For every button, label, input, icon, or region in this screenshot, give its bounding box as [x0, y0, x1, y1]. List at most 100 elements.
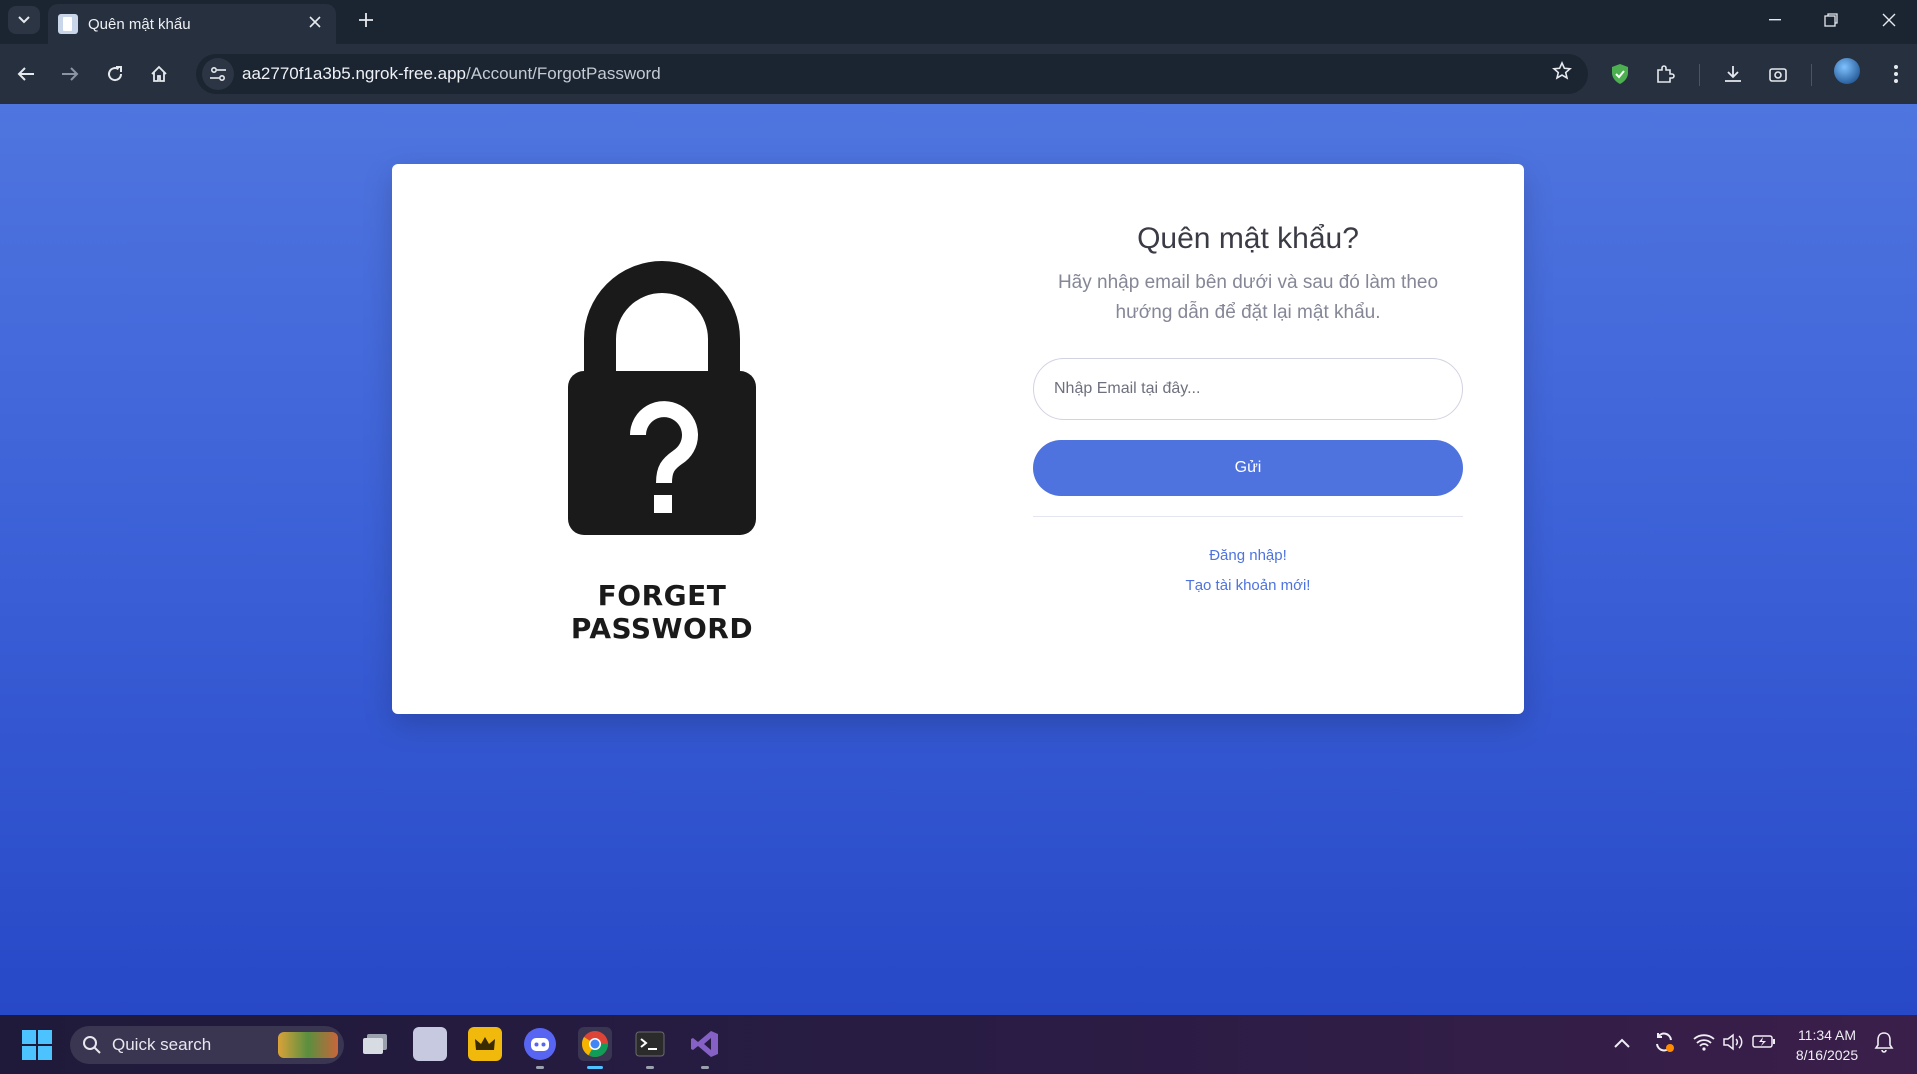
active-indicator [587, 1066, 603, 1069]
back-button[interactable] [10, 58, 42, 90]
browser-tab-bar: Quên mật khẩu [0, 0, 1917, 44]
tab-search-button[interactable] [8, 6, 40, 34]
windows-logo-icon [22, 1046, 36, 1060]
restore-icon [1824, 13, 1838, 27]
star-icon [1552, 61, 1572, 80]
bookmark-button[interactable] [1544, 61, 1580, 87]
windows-logo-icon [38, 1030, 52, 1044]
forgot-password-card: FORGET PASSWORD Quên mật khẩu? Hãy nhập … [392, 164, 1524, 714]
camera-icon [1769, 68, 1787, 82]
running-indicator [646, 1066, 654, 1069]
notifications-button[interactable] [1874, 1031, 1894, 1058]
illustration-line-2: PASSWORD [570, 612, 754, 645]
toolbar-separator [1699, 64, 1700, 86]
search-highlight-image [278, 1032, 338, 1058]
email-field[interactable] [1033, 358, 1463, 420]
url-text[interactable]: aa2770f1a3b5.ngrok-free.app/Account/Forg… [242, 64, 1544, 84]
chrome-app-icon[interactable] [578, 1027, 612, 1069]
forward-button[interactable] [54, 58, 86, 90]
clock-time: 11:34 AM [1797, 1027, 1857, 1043]
login-link[interactable]: Đăng nhập! [1033, 541, 1463, 571]
more-vertical-icon [1894, 65, 1898, 83]
page-title: Quên mật khẩu? [1137, 222, 1359, 255]
toolbar-separator [1811, 64, 1812, 86]
arrow-right-icon [62, 67, 79, 81]
screenshot-button[interactable] [1762, 58, 1794, 90]
shield-icon [1612, 64, 1628, 84]
notification-bell-icon [1874, 1032, 1894, 1053]
download-icon [1725, 66, 1741, 82]
page-subtitle: Hãy nhập email bên dưới và sau đó làm th… [1057, 272, 1439, 323]
browser-toolbar: aa2770f1a3b5.ngrok-free.app/Account/Forg… [0, 44, 1917, 104]
sync-icon [1656, 1032, 1674, 1052]
tab-close-button[interactable] [304, 15, 326, 33]
extensions-button[interactable] [1649, 58, 1681, 90]
home-button[interactable] [143, 58, 175, 90]
clock-date: 8/16/2025 [1795, 1047, 1859, 1063]
task-view-icon [363, 1034, 387, 1054]
register-link[interactable]: Tạo tài khoản mới! [1033, 571, 1463, 601]
divider [1033, 516, 1463, 517]
page-background: FORGET PASSWORD Quên mật khẩu? Hãy nhập … [0, 104, 1917, 1015]
site-info-button[interactable] [202, 58, 234, 90]
crown-app-icon[interactable] [468, 1027, 502, 1061]
reload-icon [108, 66, 123, 82]
taskbar-clock[interactable]: 11:34 AM 8/16/2025 [1782, 1025, 1872, 1065]
chevron-down-icon [18, 16, 30, 24]
wifi-icon [1693, 1034, 1715, 1051]
volume-tray-icon[interactable] [1722, 1033, 1744, 1056]
home-icon [151, 65, 167, 82]
submit-button[interactable]: Gửi [1033, 440, 1463, 496]
battery-tray-icon[interactable] [1752, 1033, 1776, 1054]
task-view-button[interactable] [358, 1027, 392, 1061]
minimize-button[interactable] [1752, 4, 1798, 36]
visual-studio-icon [691, 1031, 718, 1057]
visual-studio-app-icon[interactable] [688, 1027, 722, 1069]
terminal-icon [635, 1031, 665, 1057]
restore-button[interactable] [1808, 4, 1854, 36]
chevron-up-icon [1614, 1038, 1630, 1048]
illustration-line-1: FORGET [597, 579, 727, 612]
address-bar[interactable]: aa2770f1a3b5.ngrok-free.app/Account/Forg… [196, 54, 1588, 94]
url-path: /Account/ForgotPassword [466, 64, 661, 83]
taskbar-search[interactable]: Quick search [70, 1026, 344, 1064]
tab-title: Quên mật khẩu [88, 15, 191, 33]
close-icon [1882, 13, 1896, 27]
browser-menu-button[interactable] [1880, 58, 1912, 90]
windows-logo-icon [22, 1030, 36, 1044]
illustration-caption: FORGET PASSWORD [552, 579, 772, 645]
anime-app-icon[interactable] [413, 1027, 447, 1061]
close-icon [309, 16, 321, 28]
search-label: Quick search [112, 1035, 212, 1054]
adblock-extension-button[interactable] [1604, 58, 1636, 90]
show-hidden-icons-button[interactable] [1614, 1033, 1630, 1053]
minimize-icon [1769, 19, 1781, 21]
arrow-left-icon [17, 67, 34, 81]
reload-button[interactable] [99, 58, 131, 90]
running-indicator [701, 1066, 709, 1069]
auth-links: Đăng nhập! Tạo tài khoản mới! [1033, 541, 1463, 601]
sync-tray-icon[interactable] [1652, 1030, 1676, 1059]
chrome-icon [581, 1031, 609, 1058]
window-close-button[interactable] [1866, 4, 1912, 36]
discord-app-icon[interactable] [523, 1027, 557, 1069]
profile-avatar[interactable] [1834, 58, 1860, 84]
terminal-app-icon[interactable] [633, 1027, 667, 1069]
page-favicon-icon [58, 14, 78, 34]
padlock-question-icon [568, 261, 756, 535]
downloads-button[interactable] [1717, 58, 1749, 90]
volume-icon [1723, 1033, 1743, 1051]
plus-icon [359, 13, 373, 27]
tune-icon [210, 66, 226, 82]
forgot-password-form: Quên mật khẩu? Hãy nhập email bên dưới v… [1033, 164, 1463, 601]
discord-icon [524, 1028, 556, 1060]
taskbar: Quick search 11:34 AM 8/16/2025 [0, 1015, 1917, 1074]
url-host: aa2770f1a3b5.ngrok-free.app [242, 64, 467, 83]
start-button[interactable] [22, 1030, 52, 1060]
active-tab[interactable]: Quên mật khẩu [48, 4, 336, 44]
new-tab-button[interactable] [352, 6, 380, 34]
windows-logo-icon [38, 1046, 52, 1060]
running-indicator [536, 1066, 544, 1069]
wifi-tray-icon[interactable] [1693, 1033, 1715, 1056]
search-icon [83, 1036, 101, 1054]
